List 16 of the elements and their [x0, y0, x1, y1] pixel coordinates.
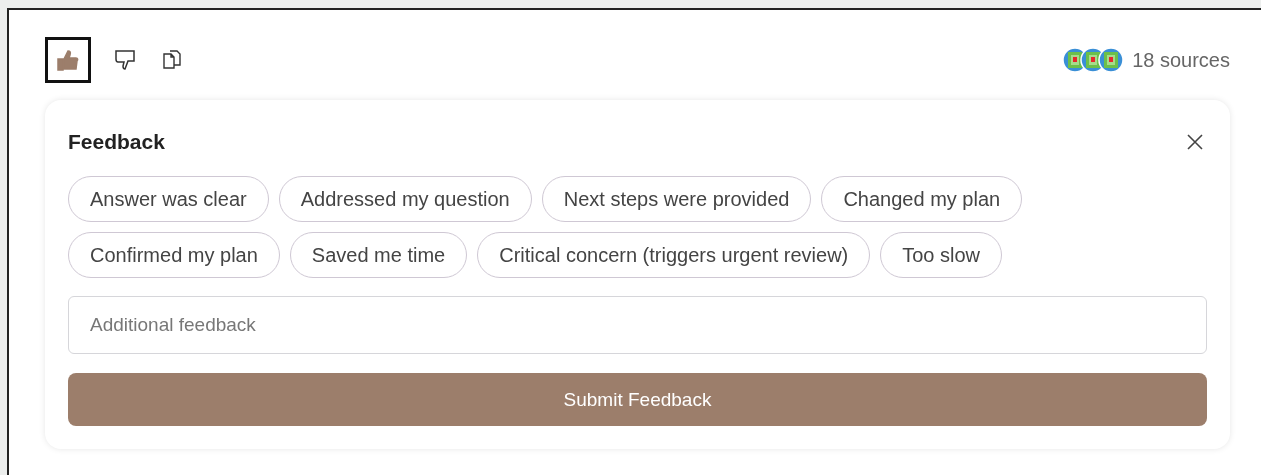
- feedback-chip[interactable]: Next steps were provided: [541, 176, 812, 222]
- thumbs-down-icon: [114, 49, 138, 71]
- sources-count[interactable]: 18 sources: [1132, 48, 1230, 72]
- feedback-chip[interactable]: Changed my plan: [821, 176, 1023, 222]
- feedback-input[interactable]: Additional feedback: [68, 296, 1207, 354]
- globe-icon: [1098, 47, 1125, 73]
- submit-button[interactable]: Submit Feedback: [68, 373, 1207, 426]
- feedback-title: Feedback: [68, 130, 165, 154]
- thumbs-up-button[interactable]: [45, 37, 91, 83]
- feedback-chip[interactable]: Addressed my question: [278, 176, 532, 222]
- feedback-chip[interactable]: Too slow: [880, 232, 1003, 278]
- feedback-chip[interactable]: Answer was clear: [68, 176, 269, 222]
- thumbs-up-icon: [56, 49, 80, 71]
- feedback-chip[interactable]: Critical concern (triggers urgent review): [477, 232, 871, 278]
- feedback-chip[interactable]: Confirmed my plan: [68, 232, 280, 278]
- feedback-chip[interactable]: Saved me time: [289, 232, 468, 278]
